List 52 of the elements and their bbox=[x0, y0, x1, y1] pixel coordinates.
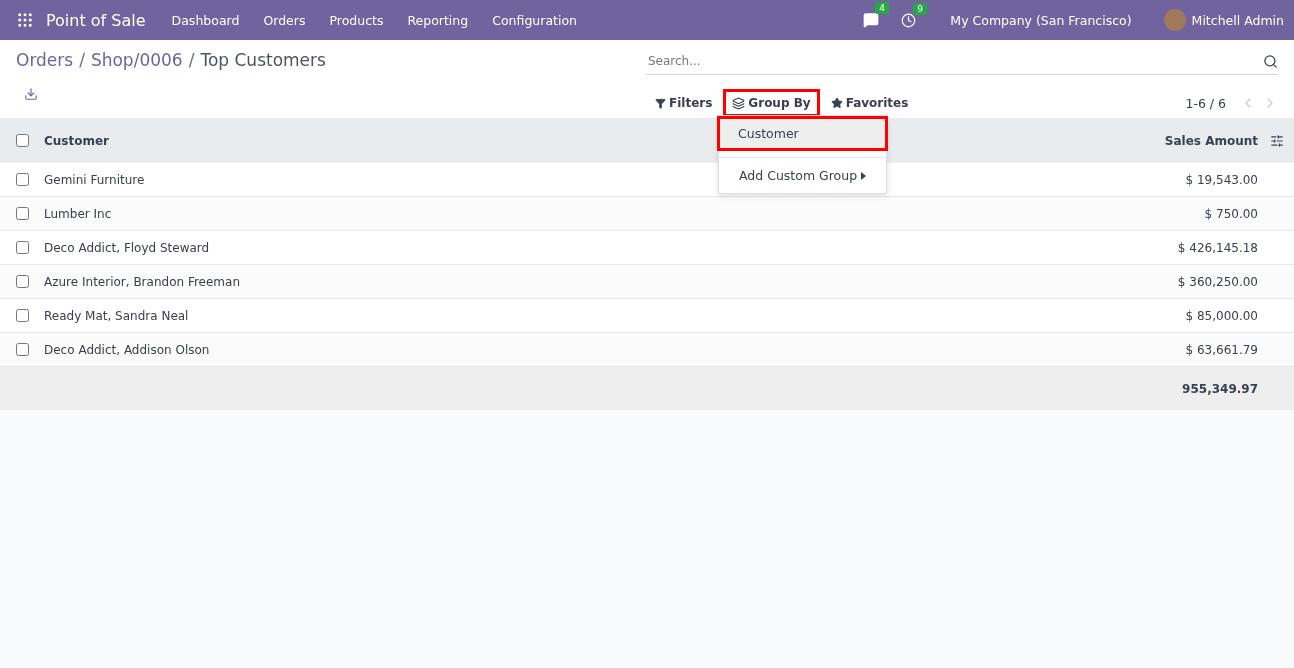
customer-cell-text: Deco Addict, Floyd Steward bbox=[43, 240, 211, 255]
customer-cell-text: Gemini Furniture bbox=[43, 172, 146, 187]
nav-menu-item[interactable]: Configuration bbox=[480, 12, 589, 28]
amount-cell-text: $ 85,000.00 bbox=[1184, 308, 1259, 323]
row-checkbox[interactable] bbox=[16, 173, 29, 186]
customer-cell-text: Deco Addict, Addison Olson bbox=[43, 342, 211, 357]
row-checkbox[interactable] bbox=[16, 343, 29, 356]
column-settings-icon[interactable] bbox=[1270, 133, 1284, 148]
activity-count-badge: 9 bbox=[913, 2, 928, 15]
nav-menu-item[interactable]: Orders bbox=[251, 12, 318, 28]
column-header[interactable]: Sales Amount bbox=[1160, 133, 1262, 148]
clock-icon[interactable] bbox=[901, 12, 917, 28]
total-amount: 955,349.97 bbox=[1181, 381, 1259, 396]
amount-cell-text: $ 19,543.00 bbox=[1184, 172, 1259, 187]
nav-menu-item[interactable]: Reporting bbox=[395, 12, 481, 28]
nav-menu-item[interactable]: Products bbox=[317, 12, 396, 28]
filter-icon bbox=[655, 97, 666, 109]
filter-toggle[interactable]: Group By bbox=[723, 89, 820, 117]
breadcrumb-link[interactable]: Shop/0006 bbox=[90, 50, 183, 70]
amount-cell-text: $ 360,250.00 bbox=[1176, 274, 1259, 289]
apps-menu-icon[interactable] bbox=[16, 11, 34, 29]
group-by-option[interactable]: Customer bbox=[717, 116, 889, 151]
add-custom-group-option[interactable]: Add Custom Group bbox=[719, 157, 887, 193]
user-name[interactable]: Mitchell Admin bbox=[1191, 12, 1284, 28]
nav-menu-item[interactable]: Dashboard bbox=[159, 12, 252, 28]
breadcrumb-separator: / bbox=[188, 50, 195, 70]
select-all-checkbox[interactable] bbox=[16, 134, 29, 147]
search-icon[interactable] bbox=[1263, 53, 1278, 69]
row-checkbox[interactable] bbox=[16, 275, 29, 288]
star-icon bbox=[830, 97, 843, 109]
page-title: Top Customers bbox=[200, 50, 326, 70]
amount-cell-text: $ 750.00 bbox=[1203, 206, 1259, 221]
amount-cell-text: $ 63,661.79 bbox=[1184, 342, 1259, 357]
app-name: Point of Sale bbox=[46, 10, 146, 30]
row-checkbox[interactable] bbox=[16, 207, 29, 220]
layers-icon bbox=[732, 96, 746, 110]
download-icon[interactable] bbox=[24, 87, 38, 101]
row-checkbox[interactable] bbox=[16, 309, 29, 322]
customer-cell-text: Ready Mat, Sandra Neal bbox=[43, 308, 190, 323]
customer-cell-text: Lumber Inc bbox=[43, 206, 113, 221]
company-switcher[interactable]: My Company (San Francisco) bbox=[938, 12, 1144, 28]
search-input[interactable]: Search... bbox=[646, 50, 1263, 72]
customer-cell-text: Azure Interior, Brandon Freeman bbox=[43, 274, 241, 289]
breadcrumb-link[interactable]: Orders bbox=[16, 50, 74, 70]
message-count-badge: 4 bbox=[875, 2, 890, 14]
amount-cell-text: $ 426,145.18 bbox=[1176, 240, 1259, 255]
column-header[interactable]: Customer bbox=[40, 133, 114, 148]
row-checkbox[interactable] bbox=[16, 241, 29, 254]
breadcrumb-separator: / bbox=[79, 50, 85, 70]
chat-icon[interactable] bbox=[863, 12, 880, 28]
caret-icon bbox=[861, 171, 867, 180]
pager-value: 1-6 / 6 bbox=[1185, 95, 1226, 111]
